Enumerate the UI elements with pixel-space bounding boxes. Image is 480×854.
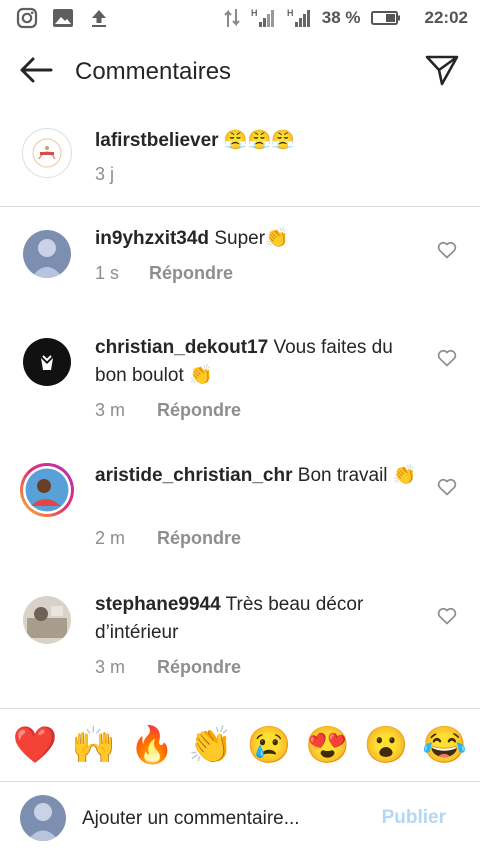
comment-time: 1 s [95,263,120,283]
caption-avatar[interactable] [22,128,72,178]
comment-meta: 3 m Répondre [95,657,241,678]
post-caption: lafirstbeliever 😤😤😤 3 j [0,112,480,207]
caption-emojis: 😤😤😤 [223,130,295,151]
reply-button[interactable]: Répondre [157,400,241,421]
comment-text: aristide_christian_chr Bon travail 👏 [95,462,425,490]
comment-username[interactable]: in9yhzxit34d [95,228,209,249]
clock: 22:02 [424,8,468,27]
comment-time: 2 m [95,528,126,548]
post-button[interactable]: Publier [382,807,446,829]
back-button[interactable] [16,54,56,90]
comment-username[interactable]: christian_dekout17 [95,337,268,358]
comment-avatar[interactable] [23,230,71,278]
like-button[interactable] [436,241,458,263]
comment-avatar[interactable] [23,596,71,644]
battery-icon [370,10,401,26]
emoji-quick-bar: ❤️ 🙌 🔥 👏 😢 😍 😮 😂 [0,708,480,782]
upload-icon [88,8,110,28]
status-left-icons [16,7,110,29]
caption-time: 3 j [95,164,115,184]
page-title: Commentaires [75,58,232,85]
signal-label-1: H [251,8,258,18]
signal-icon: H [250,7,276,29]
comment-text: christian_dekout17 Vous faites du bon bo… [95,334,425,390]
like-button[interactable] [436,478,458,500]
reply-button[interactable]: Répondre [149,263,233,284]
heart-icon [437,241,457,264]
data-transfer-icon [224,7,240,29]
instagram-icon [16,7,38,29]
emoji-raising-hands[interactable]: 🙌 [69,727,119,763]
emoji-crying-face[interactable]: 😢 [244,727,294,763]
emoji-fire[interactable]: 🔥 [127,727,177,763]
comment-meta: 1 s Répondre [95,263,233,284]
emoji-surprised-face[interactable]: 😮 [361,727,411,763]
comment-text: stephane9944 Très beau décor d’intérieur [95,591,425,647]
status-right: H H 38 % 22:02 [224,7,468,29]
comment-username[interactable]: aristide_christian_chr [95,465,292,486]
comment-username[interactable]: stephane9944 [95,594,221,615]
header: Commentaires [0,42,480,102]
comment-meta: 3 m Répondre [95,400,241,421]
current-user-avatar [20,795,66,841]
comment-body: Bon travail 👏 [297,465,417,486]
battery-percent: 38 % [321,8,361,27]
comment-time: 3 m [95,657,126,677]
emoji-laughing-face[interactable]: 😂 [420,727,470,763]
heart-icon [437,607,457,630]
signal-label-2: H [287,8,294,18]
heart-icon [437,349,457,372]
reply-button[interactable]: Répondre [157,657,241,678]
comment-input[interactable] [82,805,362,833]
comment-avatar[interactable] [19,462,75,518]
share-button[interactable] [422,52,462,92]
emoji-red-heart[interactable]: ❤️ [10,727,60,763]
status-bar: H H 38 % 22:02 [0,0,480,36]
emoji-clapping-hands[interactable]: 👏 [186,727,236,763]
heart-icon [437,478,457,501]
caption-username[interactable]: lafirstbeliever [95,130,219,151]
send-icon [425,54,459,91]
gallery-icon [52,8,74,28]
like-button[interactable] [436,349,458,371]
brand-logo-icon [32,138,62,168]
comment-avatar[interactable] [23,338,71,386]
comment-time: 3 m [95,400,126,420]
signal-icon-2: H [286,7,312,29]
comment-text: in9yhzxit34d Super👏 [95,225,425,253]
comment-body: Super👏 [214,228,289,249]
comment-composer: Publier [0,783,480,854]
reply-button[interactable]: Répondre [157,528,241,549]
like-button[interactable] [436,607,458,629]
comment-meta: 2 m Répondre [95,528,241,549]
caption-text: lafirstbeliever 😤😤😤 [95,128,295,152]
emoji-heart-eyes[interactable]: 😍 [303,727,353,763]
arrow-left-icon [18,56,54,89]
